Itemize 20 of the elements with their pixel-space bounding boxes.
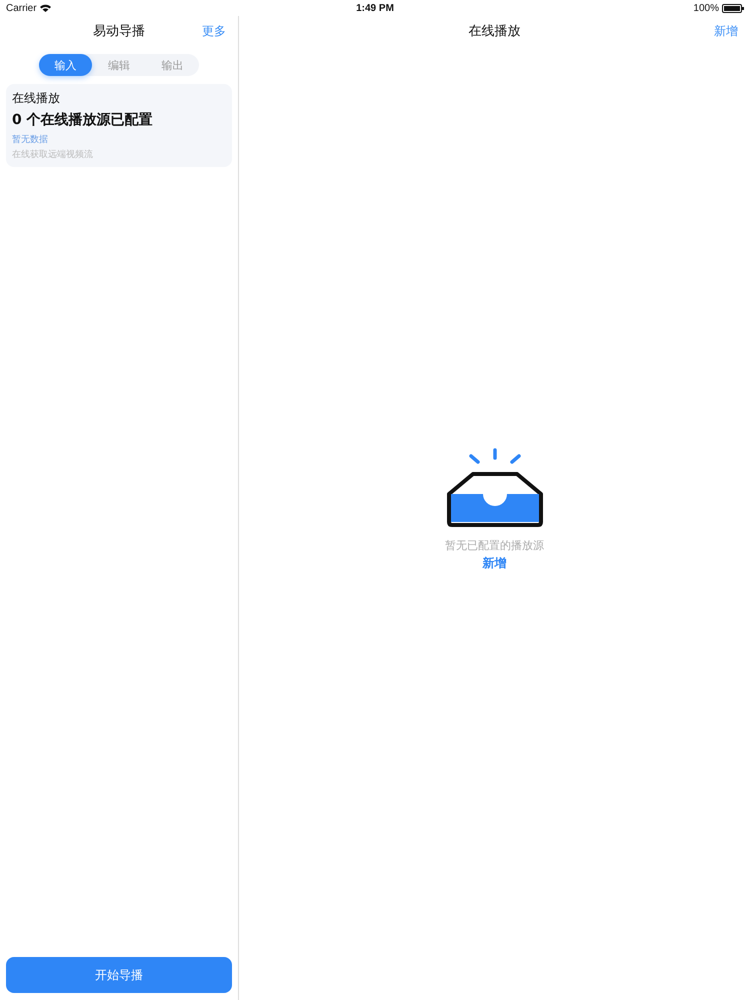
battery-icon bbox=[722, 4, 744, 12]
sidebar-title: 易动导播 bbox=[93, 23, 145, 40]
page-title: 在线播放 bbox=[468, 23, 520, 40]
battery-percent: 100% bbox=[693, 2, 719, 14]
more-link[interactable]: 更多 bbox=[202, 22, 226, 40]
tab[interactable]: 输出 bbox=[146, 54, 199, 76]
empty-message: 暂无已配置的播放源 bbox=[445, 538, 544, 553]
source-card[interactable]: 在线播放 0 个在线播放源已配置 暂无数据 在线获取远端视频流 bbox=[6, 84, 232, 167]
tab[interactable]: 输入 bbox=[39, 54, 92, 76]
status-time: 1:49 PM bbox=[356, 2, 394, 14]
wifi-icon bbox=[40, 4, 51, 12]
card-description: 在线获取远端视频流 bbox=[12, 148, 94, 161]
empty-label: 暂无数据 bbox=[12, 134, 49, 146]
card-summary: 0 个在线播放源已配置 bbox=[12, 111, 154, 129]
add-link[interactable]: 新增 bbox=[482, 555, 506, 572]
tab[interactable]: 编辑 bbox=[92, 54, 146, 76]
add-link[interactable]: 新增 bbox=[714, 22, 738, 40]
card-title: 在线播放 bbox=[12, 90, 61, 107]
carrier-name: Carrier bbox=[6, 2, 37, 14]
start-button[interactable]: 开始导播 bbox=[6, 957, 232, 993]
